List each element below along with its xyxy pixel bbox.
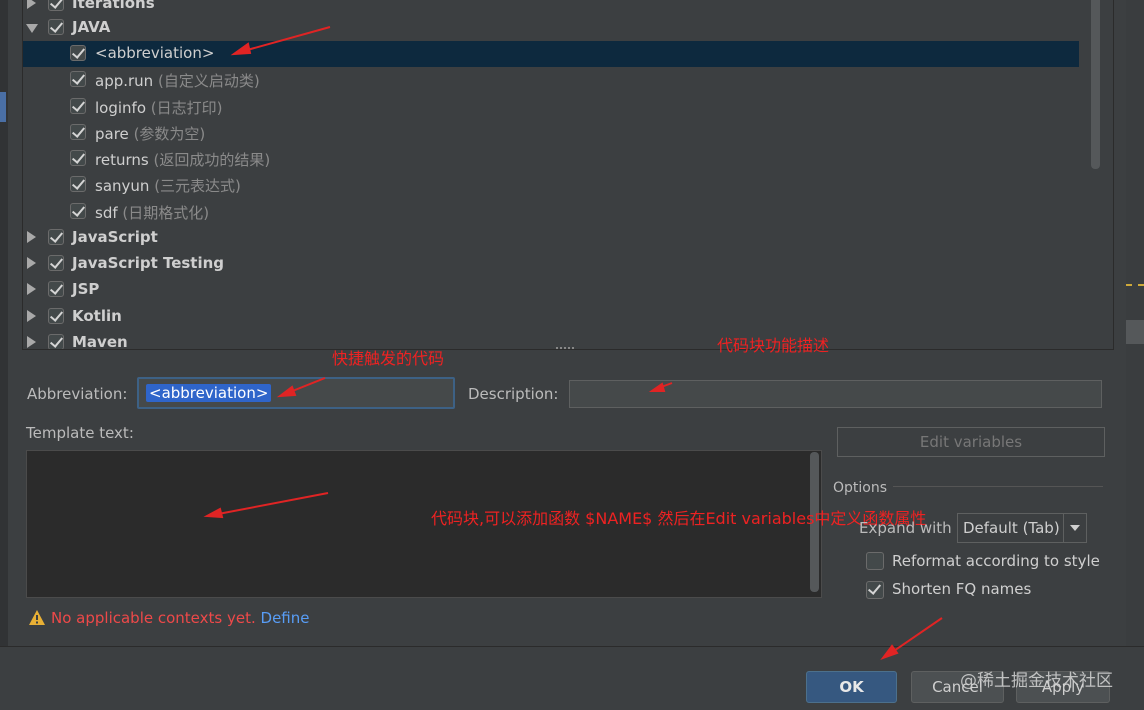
arrowhead <box>276 385 297 398</box>
arrow-to-ok-button <box>887 617 943 656</box>
arrowhead <box>880 644 899 661</box>
arrowhead <box>230 42 252 56</box>
arrow-to-template-area <box>212 492 329 516</box>
annotation-arrows <box>203 26 943 661</box>
arrowhead <box>648 382 666 392</box>
arrowhead <box>203 507 224 519</box>
arrow-to-abbreviation-item <box>239 26 331 53</box>
ok-button[interactable]: OK <box>806 671 897 703</box>
watermark: @稀土掘金技术社区 <box>960 671 1113 691</box>
